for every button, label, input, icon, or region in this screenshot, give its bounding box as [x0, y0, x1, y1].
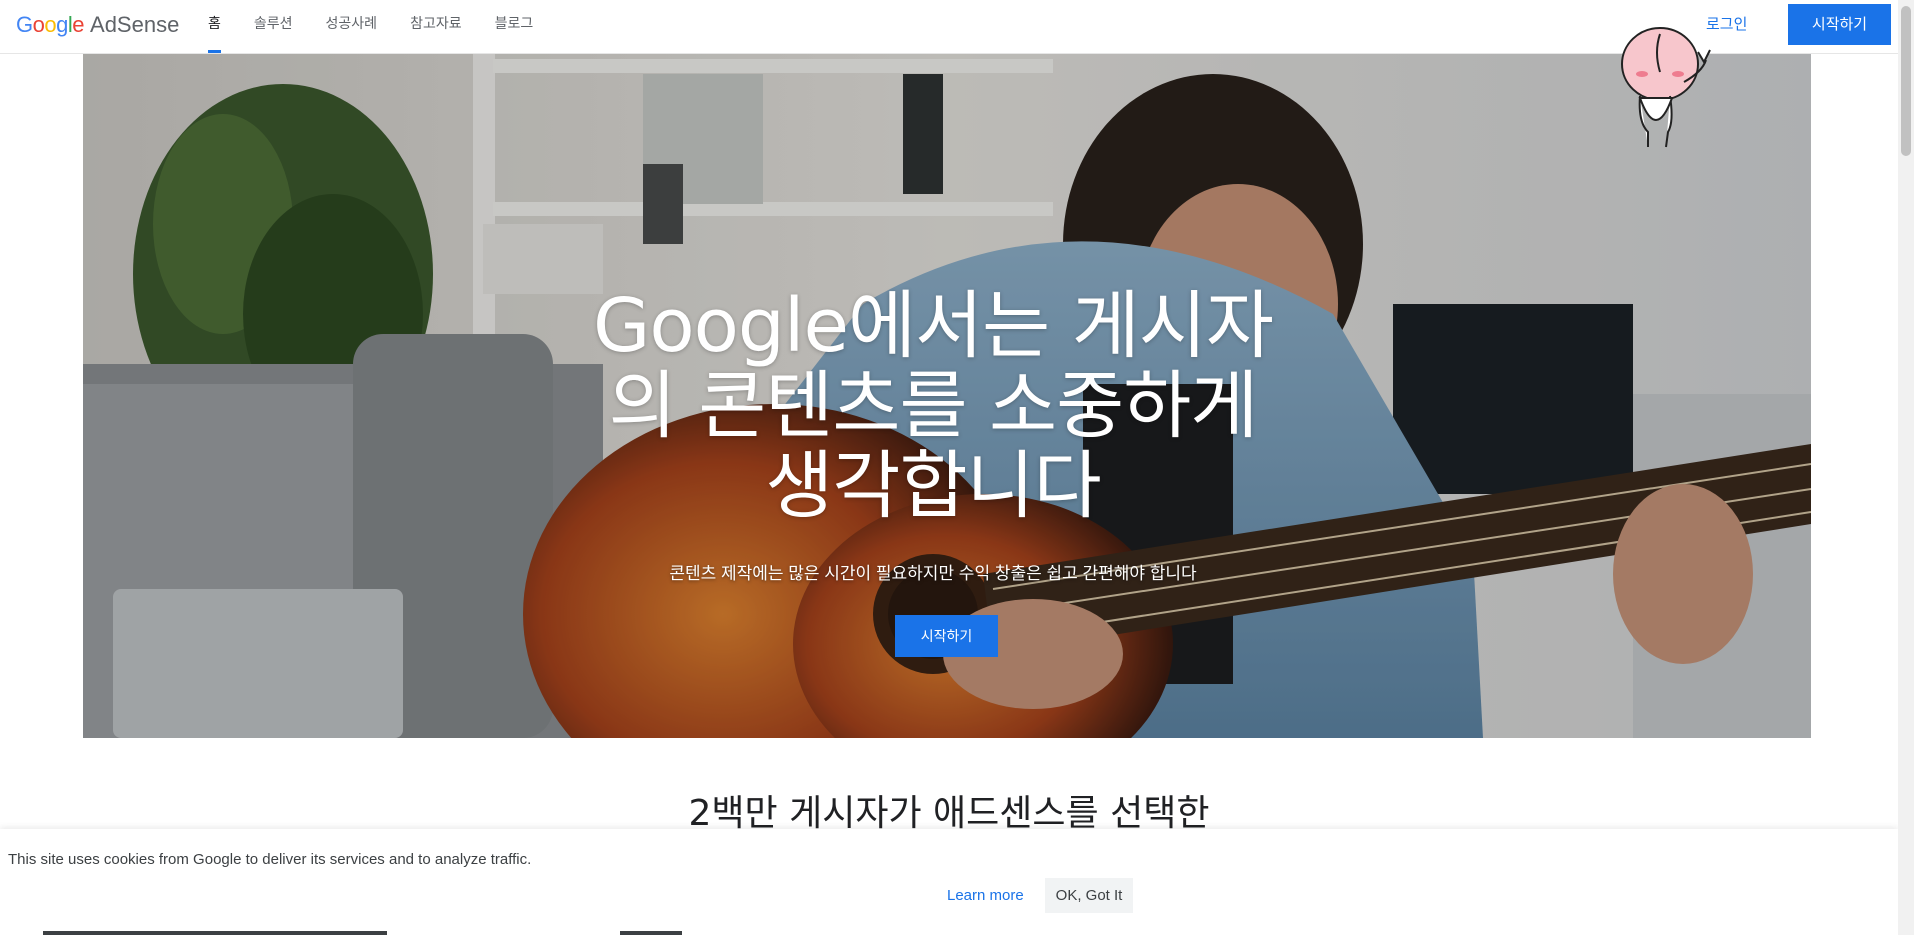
- start-button-header[interactable]: 시작하기: [1788, 4, 1891, 45]
- nav-item-resources[interactable]: 참고자료: [410, 0, 462, 53]
- adsense-logo[interactable]: Google AdSense: [16, 12, 179, 38]
- logo-product-name: AdSense: [90, 12, 180, 37]
- hero-title: Google에서는 게시자 의 콘텐츠를 소중하게 생각합니다: [563, 286, 1303, 526]
- nav-item-home[interactable]: 홈: [208, 0, 221, 53]
- hero-banner: Google에서는 게시자 의 콘텐츠를 소중하게 생각합니다 콘텐츠 제작에는…: [83, 54, 1811, 738]
- nav-item-blog[interactable]: 블로그: [495, 0, 534, 53]
- hero-title-line: 의 콘텐츠를 소중하게: [608, 363, 1259, 449]
- page-scrollbar[interactable]: [1898, 0, 1914, 935]
- peach-character-sticker-icon: [1621, 27, 1711, 148]
- scrollbar-thumb[interactable]: [1901, 6, 1911, 156]
- google-wordmark: Google: [16, 12, 85, 37]
- main-nav: 홈 솔루션 성공사례 참고자료 블로그: [208, 0, 566, 53]
- learn-more-link[interactable]: Learn more: [947, 887, 1024, 904]
- start-button-hero[interactable]: 시작하기: [895, 615, 998, 657]
- site-header: Google AdSense 홈 솔루션 성공사례 참고자료 블로그 로그인 시…: [0, 0, 1898, 54]
- hero-subtitle: 콘텐츠 제작에는 많은 시간이 필요하지만 수익 창출은 쉽고 간편해야 합니다: [669, 564, 1197, 583]
- nav-item-success-stories[interactable]: 성공사례: [326, 0, 378, 53]
- bottom-edge: [0, 931, 1898, 935]
- cookie-banner: This site uses cookies from Google to de…: [0, 829, 1898, 935]
- hero-title-line: Google에서는 게시자: [593, 283, 1274, 369]
- nav-item-solutions[interactable]: 솔루션: [254, 0, 293, 53]
- cookie-ok-button[interactable]: OK, Got It: [1045, 878, 1133, 913]
- cookie-notice-text: This site uses cookies from Google to de…: [8, 851, 532, 868]
- hero-title-line: 생각합니다: [765, 443, 1101, 529]
